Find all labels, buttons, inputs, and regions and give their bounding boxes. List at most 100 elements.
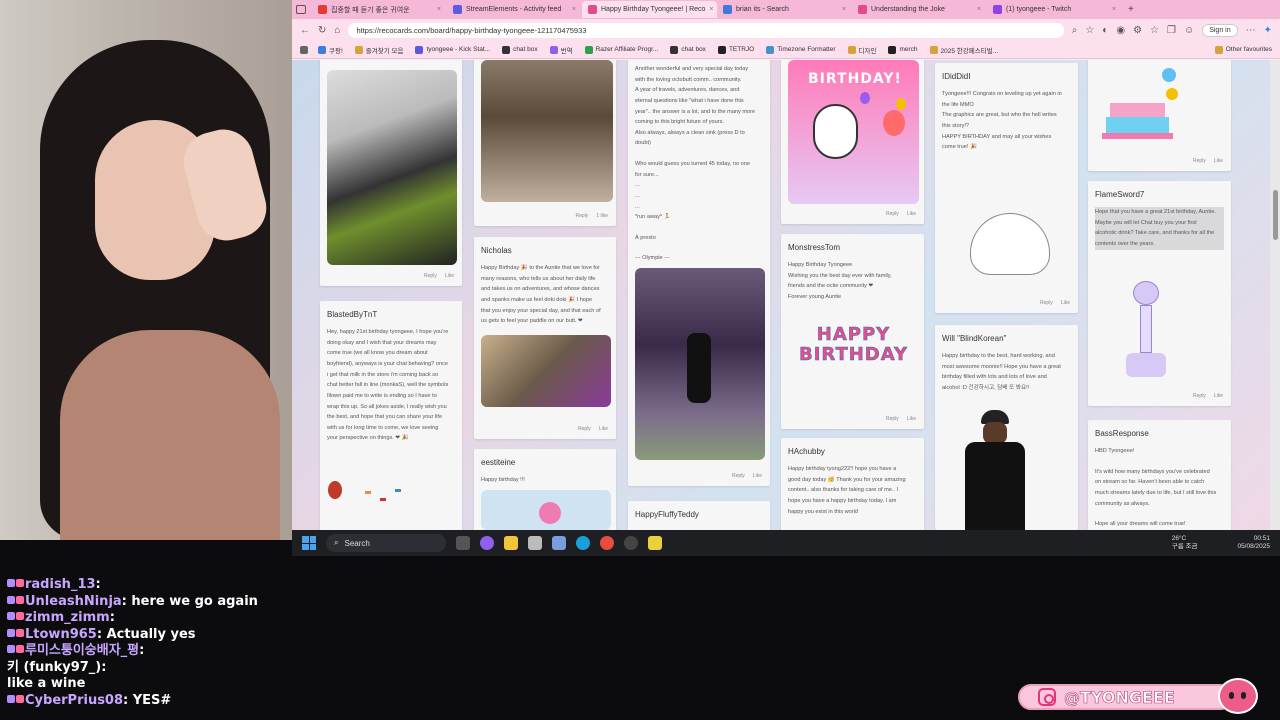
message-line: year".. the answer is a lot, and to the … bbox=[635, 108, 756, 115]
message-line bbox=[635, 243, 763, 253]
page-scrollbar[interactable] bbox=[1270, 60, 1280, 530]
browser-tab[interactable]: (1) tyongeee - Twitch × bbox=[987, 1, 1122, 18]
close-tab-icon[interactable]: × bbox=[977, 6, 981, 13]
social-handle-banner: @TYONGEEE bbox=[1018, 678, 1258, 714]
tab-actions-icon[interactable] bbox=[296, 5, 306, 14]
bookmark-icon bbox=[717, 45, 726, 54]
like-button[interactable]: Like bbox=[1214, 157, 1223, 167]
message-line: coming to this bright future of yours. bbox=[635, 119, 724, 126]
start-menu-icon[interactable] bbox=[302, 536, 316, 550]
extension-icon[interactable]: ◐ bbox=[1102, 25, 1108, 36]
bookmark-item[interactable]: Timezone Formatter bbox=[766, 45, 836, 55]
bookmark-label: 즐겨찾기 모음 bbox=[365, 47, 404, 55]
chat-username[interactable]: radish_13 bbox=[25, 577, 96, 592]
obs-icon[interactable] bbox=[624, 536, 638, 550]
browser-tab[interactable]: StreamElements - Activity feed × bbox=[447, 1, 582, 18]
sign-in-button[interactable]: Sign in bbox=[1202, 23, 1238, 37]
collections-icon[interactable]: ❐ bbox=[1167, 25, 1176, 36]
like-button[interactable]: Like bbox=[907, 415, 916, 425]
favorite-star-icon[interactable]: ☆ bbox=[1085, 25, 1094, 36]
kakaotalk-icon[interactable] bbox=[648, 536, 662, 550]
profile-icon[interactable]: ☺ bbox=[1184, 25, 1194, 36]
back-icon[interactable]: ← bbox=[300, 25, 310, 36]
bookmark-item[interactable]: 번역 bbox=[549, 45, 573, 55]
bookmark-item[interactable]: 즐겨찾기 모음 bbox=[354, 45, 404, 55]
like-button[interactable]: Like bbox=[1061, 299, 1070, 309]
home-icon[interactable]: ⌂ bbox=[334, 25, 340, 36]
reply-button[interactable]: Reply bbox=[1040, 299, 1053, 309]
bookmark-icon bbox=[888, 45, 897, 54]
chat-username[interactable]: 키 (funky97_) bbox=[7, 660, 101, 675]
bookmark-item[interactable]: 디자인 bbox=[847, 45, 876, 55]
reply-button[interactable]: Reply bbox=[886, 415, 899, 425]
like-button[interactable]: Like bbox=[1214, 392, 1223, 402]
chrome-icon[interactable] bbox=[600, 536, 614, 550]
clock[interactable]: 00:51 05/08/2025 bbox=[1237, 535, 1270, 552]
extension-icon[interactable]: ⚙ bbox=[1133, 25, 1142, 36]
chat-username[interactable]: Ltown965 bbox=[25, 627, 97, 642]
browser-tab[interactable]: Understanding the Joke × bbox=[852, 1, 987, 18]
other-favourites[interactable]: Other favourites bbox=[1214, 45, 1272, 54]
refresh-icon[interactable]: ↻ bbox=[318, 25, 326, 36]
browser-tab[interactable]: brian its - Search × bbox=[717, 1, 852, 18]
search-icon: ⌕ bbox=[334, 538, 339, 547]
file-explorer-icon[interactable] bbox=[504, 536, 518, 550]
bookmarks-menu-icon[interactable] bbox=[300, 45, 308, 54]
card-message: Hey, happy 21st birthday tyongeee, I hop… bbox=[327, 327, 455, 444]
message-line: Who would guess you turned 45 today, no … bbox=[635, 161, 750, 167]
card-monstress: MonstressTom Happy Birthday Tyongeee Wish… bbox=[781, 234, 924, 429]
extension-icon[interactable]: ◉ bbox=[1116, 25, 1125, 36]
like-button[interactable]: Like bbox=[907, 210, 916, 220]
like-button[interactable]: Like bbox=[445, 272, 454, 282]
chat-username[interactable]: CyberPrius08 bbox=[25, 693, 123, 708]
chat-username[interactable]: UnleashNinja bbox=[25, 594, 122, 609]
bookmark-label: Timezone Formatter bbox=[777, 46, 836, 53]
close-tab-icon[interactable]: × bbox=[437, 6, 441, 13]
chat-app-icon[interactable] bbox=[480, 536, 494, 550]
bookmark-item[interactable]: chat box bbox=[502, 45, 538, 55]
like-button[interactable]: Like bbox=[599, 425, 608, 435]
reply-button[interactable]: Reply bbox=[578, 425, 591, 435]
browser-tab[interactable]: Happy Birthday Tyongeee! | Reco × bbox=[582, 1, 717, 18]
reply-button[interactable]: Reply bbox=[424, 272, 437, 282]
reply-button[interactable]: Reply bbox=[1193, 157, 1206, 167]
bookmark-label: tyongeee - Kick Stat... bbox=[426, 46, 491, 53]
close-tab-icon[interactable]: × bbox=[1112, 6, 1116, 13]
bookmark-item[interactable]: chat box bbox=[670, 45, 706, 55]
bookmark-item[interactable]: TETRJO bbox=[717, 45, 754, 55]
reply-button[interactable]: Reply bbox=[886, 210, 899, 220]
snipping-tool-icon[interactable] bbox=[552, 536, 566, 550]
like-button[interactable]: 1 like bbox=[596, 212, 608, 222]
message-line: Happy Birthday Tyongeee bbox=[788, 262, 853, 269]
new-tab-icon[interactable]: + bbox=[1128, 4, 1134, 15]
favorites-icon[interactable]: ☆ bbox=[1150, 25, 1159, 36]
close-tab-icon[interactable]: × bbox=[842, 6, 846, 13]
search-icon[interactable]: ⌕ bbox=[1072, 25, 1078, 36]
scrollbar-thumb[interactable] bbox=[1273, 190, 1278, 240]
reply-button[interactable]: Reply bbox=[732, 472, 745, 482]
edge-browser-icon[interactable] bbox=[576, 536, 590, 550]
notepad-icon[interactable] bbox=[528, 536, 542, 550]
bookmark-item[interactable]: 쿠팡! bbox=[318, 45, 343, 55]
weather-widget[interactable]: 26°C 구름 조금 bbox=[1172, 535, 1198, 551]
message-line: most awesome moonie!! Hope you have a gr… bbox=[942, 363, 1061, 370]
reply-button[interactable]: Reply bbox=[1193, 392, 1206, 402]
taskbar-search[interactable]: ⌕ Search bbox=[326, 534, 446, 552]
message-line bbox=[635, 223, 763, 233]
bookmark-item[interactable]: Razer Affiliate Progr... bbox=[584, 45, 658, 55]
like-button[interactable]: Like bbox=[753, 472, 762, 482]
browser-tab[interactable]: 집중할 때 듣기 좋은 귀여운 × bbox=[312, 1, 447, 18]
taskbar-search-label: Search bbox=[344, 538, 370, 548]
reply-button[interactable]: Reply bbox=[576, 212, 589, 222]
bookmark-item[interactable]: 2025 한강페스티벌... bbox=[929, 45, 998, 55]
task-view-icon[interactable] bbox=[456, 536, 470, 550]
close-tab-icon[interactable]: × bbox=[709, 6, 713, 13]
chat-username[interactable]: zimm_zimm bbox=[25, 610, 110, 625]
close-tab-icon[interactable]: × bbox=[572, 6, 576, 13]
copilot-icon[interactable]: ✦ bbox=[1264, 25, 1272, 36]
bookmark-item[interactable]: merch bbox=[888, 45, 918, 55]
bookmark-item[interactable]: tyongeee - Kick Stat... bbox=[415, 45, 490, 55]
menu-icon[interactable]: ⋯ bbox=[1246, 25, 1256, 36]
chat-username[interactable]: 루미스퉁이숭배자_평 bbox=[25, 643, 139, 658]
url-field[interactable]: https://recocards.com/board/happy-birthd… bbox=[348, 22, 1064, 38]
